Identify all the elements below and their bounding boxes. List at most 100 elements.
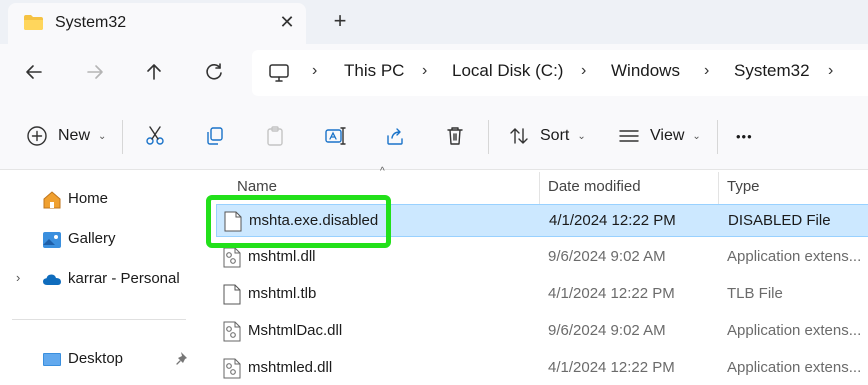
chevron-down-icon: ⌄ <box>98 130 107 142</box>
rename-icon <box>325 127 346 145</box>
more-icon: ••• <box>736 128 753 144</box>
monitor-icon[interactable] <box>268 62 290 84</box>
toolbar-divider <box>122 120 123 154</box>
copy-icon <box>207 127 223 145</box>
file-type: TLB File <box>727 285 783 302</box>
chevron-right-icon[interactable]: › <box>312 62 317 80</box>
sidebar-item-onedrive[interactable]: › karrar - Personal <box>0 262 200 296</box>
sort-ascending-icon: ^ <box>380 166 385 177</box>
chevron-right-icon[interactable]: › <box>16 270 20 285</box>
paste-button[interactable] <box>264 122 286 150</box>
toolbar-divider <box>488 120 489 154</box>
file-type: Application extens... <box>727 248 862 265</box>
view-list-icon <box>619 130 639 142</box>
up-button[interactable] <box>140 58 168 86</box>
title-bar: System32 ✕ + <box>0 0 868 44</box>
file-name: mshta.exe.disabled <box>249 212 379 229</box>
toolbar-divider <box>717 120 718 154</box>
rename-button[interactable] <box>324 122 346 150</box>
share-button[interactable] <box>384 122 406 150</box>
address-bar[interactable]: › This PC › Local Disk (C:) › Windows › … <box>252 50 868 96</box>
refresh-icon <box>206 63 222 80</box>
sidebar-item-label: Home <box>68 190 109 207</box>
sort-icon <box>510 128 528 144</box>
nav-divider <box>12 319 186 320</box>
home-icon <box>43 191 61 209</box>
new-label: New <box>58 127 91 144</box>
file-date: 4/1/2024 12:22 PM <box>548 285 675 302</box>
view-button[interactable]: View ⌄ <box>618 122 701 150</box>
delete-button[interactable] <box>444 122 466 150</box>
sidebar-item-label: Gallery <box>68 230 116 247</box>
plus-circle-icon <box>27 126 47 146</box>
gallery-icon <box>43 232 61 248</box>
breadcrumb-system32[interactable]: System32 <box>734 61 810 81</box>
desktop-icon <box>43 353 61 366</box>
refresh-button[interactable] <box>200 58 228 86</box>
command-bar: New ⌄ Sort ⌄ View ⌄ ••• <box>0 102 868 170</box>
breadcrumb-local-disk[interactable]: Local Disk (C:) <box>452 61 563 81</box>
sidebar-item-label: karrar - Personal <box>68 270 180 287</box>
sort-button[interactable]: Sort ⌄ <box>508 122 586 150</box>
breadcrumb-this-pc[interactable]: This PC <box>344 61 404 81</box>
new-tab-icon[interactable]: + <box>328 9 352 33</box>
file-date: 4/1/2024 12:22 PM <box>549 212 676 229</box>
sidebar-item-gallery[interactable]: Gallery <box>0 222 200 256</box>
breadcrumb-windows[interactable]: Windows <box>611 61 680 81</box>
sidebar-item-label: Desktop <box>68 350 124 367</box>
chevron-right-icon[interactable]: › <box>828 62 833 80</box>
file-row-mshtml-tlb[interactable]: mshtml.tlb 4/1/2024 12:22 PM TLB File <box>216 278 868 311</box>
column-header-type[interactable]: Type <box>727 178 760 195</box>
chevron-right-icon[interactable]: › <box>422 62 427 80</box>
file-name: mshtmled.dll <box>248 359 333 376</box>
file-list: ^ Name Date modified Type mshta.exe.disa… <box>200 166 868 385</box>
file-name: mshtml.dll <box>248 248 316 265</box>
back-button[interactable] <box>20 58 48 86</box>
chevron-right-icon[interactable]: › <box>704 62 709 80</box>
close-tab-icon[interactable]: ✕ <box>276 11 298 33</box>
file-date: 9/6/2024 9:02 AM <box>548 248 666 265</box>
arrow-right-icon <box>87 65 103 79</box>
file-date: 4/1/2024 12:22 PM <box>548 359 675 376</box>
view-label: View <box>650 127 685 144</box>
chevron-down-icon: ⌄ <box>577 130 586 142</box>
file-row-mshtml-dll[interactable]: mshtml.dll 9/6/2024 9:02 AM Application … <box>216 241 868 274</box>
column-divider[interactable] <box>718 172 719 204</box>
more-options-button[interactable]: ••• <box>736 122 753 150</box>
chevron-right-icon[interactable]: › <box>581 62 586 80</box>
navigation-pane: Home Gallery › karrar - Personal Desktop <box>0 170 200 385</box>
blank-file-icon <box>224 211 242 232</box>
file-row-mshtmldac-dll[interactable]: MshtmlDac.dll 9/6/2024 9:02 AM Applicati… <box>216 315 868 348</box>
file-row-mshta-exe-disabled[interactable]: mshta.exe.disabled 4/1/2024 12:22 PM DIS… <box>216 204 868 237</box>
file-type: DISABLED File <box>728 212 831 229</box>
file-row-mshtmled-dll[interactable]: mshtmled.dll 4/1/2024 12:22 PM Applicati… <box>216 352 868 385</box>
sort-label: Sort <box>540 127 570 144</box>
dll-file-icon <box>223 321 241 342</box>
file-date: 9/6/2024 9:02 AM <box>548 322 666 339</box>
sidebar-item-desktop[interactable]: Desktop <box>0 342 200 376</box>
file-type: Application extens... <box>727 322 862 339</box>
column-divider[interactable] <box>539 172 540 204</box>
cut-button[interactable] <box>144 122 166 150</box>
tab-system32[interactable]: System32 ✕ <box>8 3 306 44</box>
copy-button[interactable] <box>204 122 226 150</box>
forward-button[interactable] <box>81 58 109 86</box>
clipboard-icon <box>267 126 283 146</box>
arrow-left-icon <box>26 65 42 79</box>
sidebar-item-home[interactable]: Home <box>0 182 200 216</box>
new-button[interactable]: New ⌄ <box>26 122 106 150</box>
share-icon <box>387 128 403 145</box>
trash-icon <box>447 127 463 145</box>
scissors-icon <box>146 126 164 145</box>
column-header-date-modified[interactable]: Date modified <box>548 178 641 195</box>
file-name: mshtml.tlb <box>248 285 317 302</box>
onedrive-cloud-icon <box>43 274 61 285</box>
pin-icon[interactable] <box>176 351 190 365</box>
folder-icon <box>24 15 43 30</box>
file-type: Application extens... <box>727 359 862 376</box>
blank-file-icon <box>223 284 241 305</box>
chevron-down-icon: ⌄ <box>692 130 701 142</box>
file-name: MshtmlDac.dll <box>248 322 343 339</box>
column-header-name[interactable]: Name <box>237 178 277 195</box>
arrow-up-icon <box>147 64 161 80</box>
